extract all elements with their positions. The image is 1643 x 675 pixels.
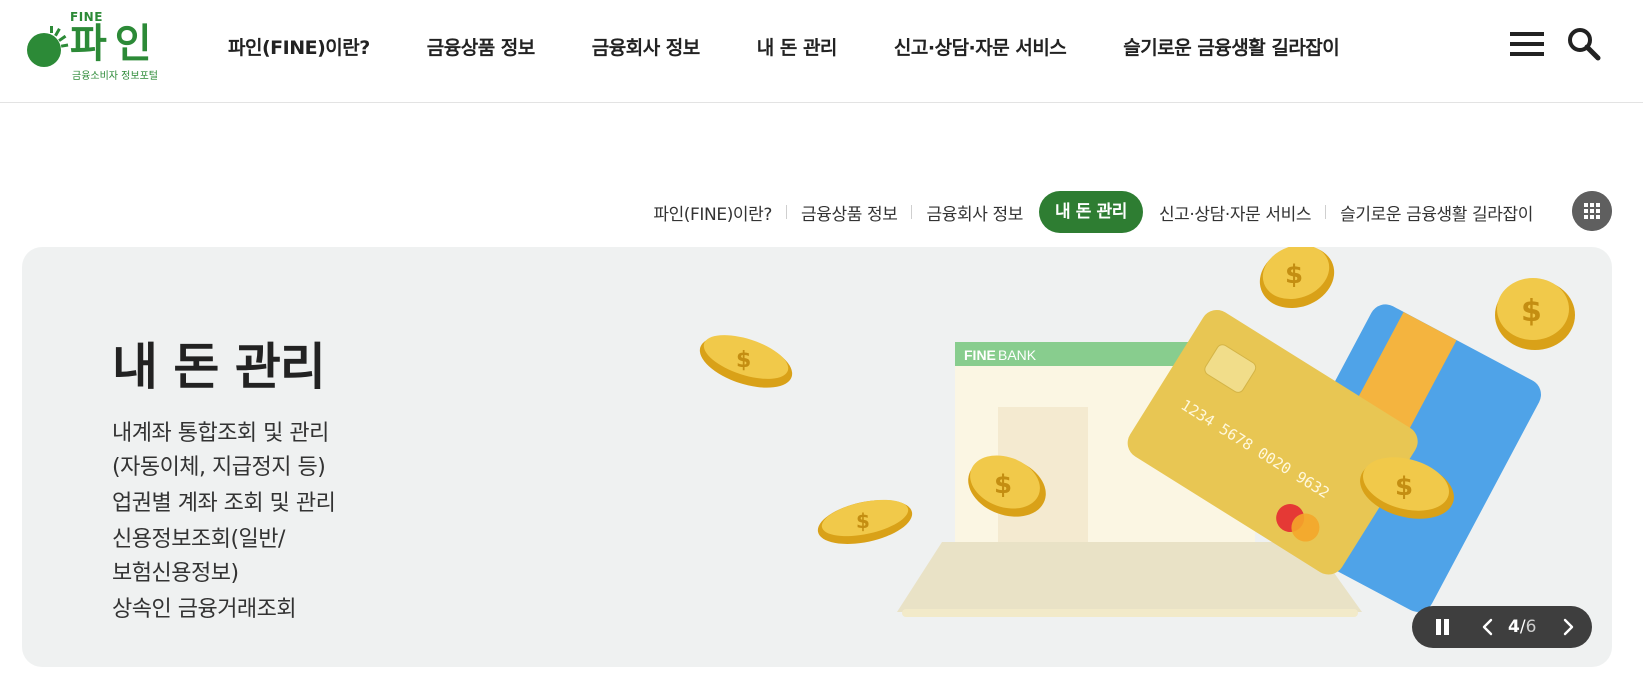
logo-mark-icon: [27, 26, 69, 67]
list-item[interactable]: 신용정보조회(일반/ 보험신용정보): [112, 523, 335, 591]
list-item[interactable]: 업권별 계좌 조회 및 관리: [112, 487, 336, 521]
slide-counter: 4/6: [1508, 617, 1536, 637]
gnb-item-products[interactable]: 금융상품 정보: [427, 33, 536, 60]
chevron-right-icon[interactable]: [1558, 617, 1578, 637]
hamburger-icon[interactable]: [1510, 30, 1546, 58]
svg-text:$: $: [856, 509, 870, 533]
logo-subtitle: 금융소비자 정보포털: [72, 71, 158, 82]
search-icon[interactable]: [1566, 26, 1602, 62]
coin-illustration: $: [699, 335, 793, 388]
site-header: FINE 파인 금융소비자 정보포털 파인(FINE)이란? 금융상품 정보 금…: [0, 0, 1643, 103]
gnb-item-companies[interactable]: 금융회사 정보: [592, 33, 701, 60]
hero-service-list: 내계좌 통합조회 및 관리 (자동이체, 지급정지 등) 업권별 계좌 조회 및…: [112, 417, 336, 629]
svg-text:$: $: [994, 470, 1012, 500]
coin-illustration: $: [817, 499, 913, 544]
hamburger-line: [1510, 52, 1544, 56]
pause-icon[interactable]: [1434, 619, 1450, 635]
coin-illustration: $: [1259, 247, 1335, 309]
sub-nav: 파인(FINE)이란? 금융상품 정보 금융회사 정보 내 돈 관리 신고·상담…: [639, 191, 1547, 233]
svg-text:$: $: [1285, 260, 1303, 290]
hero-title: 내 돈 관리: [112, 338, 326, 396]
gnb-item-about[interactable]: 파인(FINE)이란?: [228, 33, 370, 60]
bank-label-bold: FINE: [964, 347, 996, 363]
hamburger-line: [1510, 42, 1544, 46]
logo-brand-ko: 파인: [70, 21, 160, 67]
chevron-left-icon[interactable]: [1478, 617, 1498, 637]
subnav-item-about[interactable]: 파인(FINE)이란?: [639, 200, 786, 225]
svg-text:$: $: [1521, 294, 1542, 329]
subnav-item-report-consult[interactable]: 신고·상담·자문 서비스: [1145, 200, 1325, 225]
list-item[interactable]: 내계좌 통합조회 및 관리 (자동이체, 지급정지 등): [112, 417, 335, 485]
subnav-item-companies[interactable]: 금융회사 정보: [912, 200, 1036, 225]
slider-pager: 4/6: [1412, 606, 1592, 648]
gnb-item-guide[interactable]: 슬기로운 금융생활 길라잡이: [1123, 33, 1340, 60]
list-item[interactable]: 상속인 금융거래조회: [112, 593, 335, 627]
slide-current: 4: [1508, 617, 1520, 637]
bank-label: BANK: [998, 347, 1037, 363]
hero-banner: FINE BANK 1234 5678 0020 9632 $ $ $ $ $ …: [22, 247, 1612, 667]
pause-bar: [1444, 619, 1449, 635]
subnav-item-guide[interactable]: 슬기로운 금융생활 길라잡이: [1326, 200, 1547, 225]
svg-text:$: $: [1395, 472, 1413, 502]
hamburger-line: [1510, 32, 1544, 36]
subnav-item-my-money[interactable]: 내 돈 관리: [1038, 191, 1143, 233]
site-logo[interactable]: FINE 파인 금융소비자 정보포털: [26, 10, 176, 82]
pause-bar: [1436, 619, 1441, 635]
grid-menu-icon[interactable]: [1572, 191, 1612, 231]
svg-text:$: $: [736, 348, 751, 373]
slide-total: 6: [1525, 617, 1537, 637]
subnav-item-products[interactable]: 금융상품 정보: [787, 200, 911, 225]
coin-illustration: $: [1495, 278, 1575, 350]
gnb-item-my-money[interactable]: 내 돈 관리: [757, 33, 838, 60]
global-nav: 파인(FINE)이란? 금융상품 정보 금융회사 정보 내 돈 관리 신고·상담…: [228, 0, 1340, 92]
gnb-item-report-consult[interactable]: 신고·상담·자문 서비스: [894, 33, 1067, 60]
